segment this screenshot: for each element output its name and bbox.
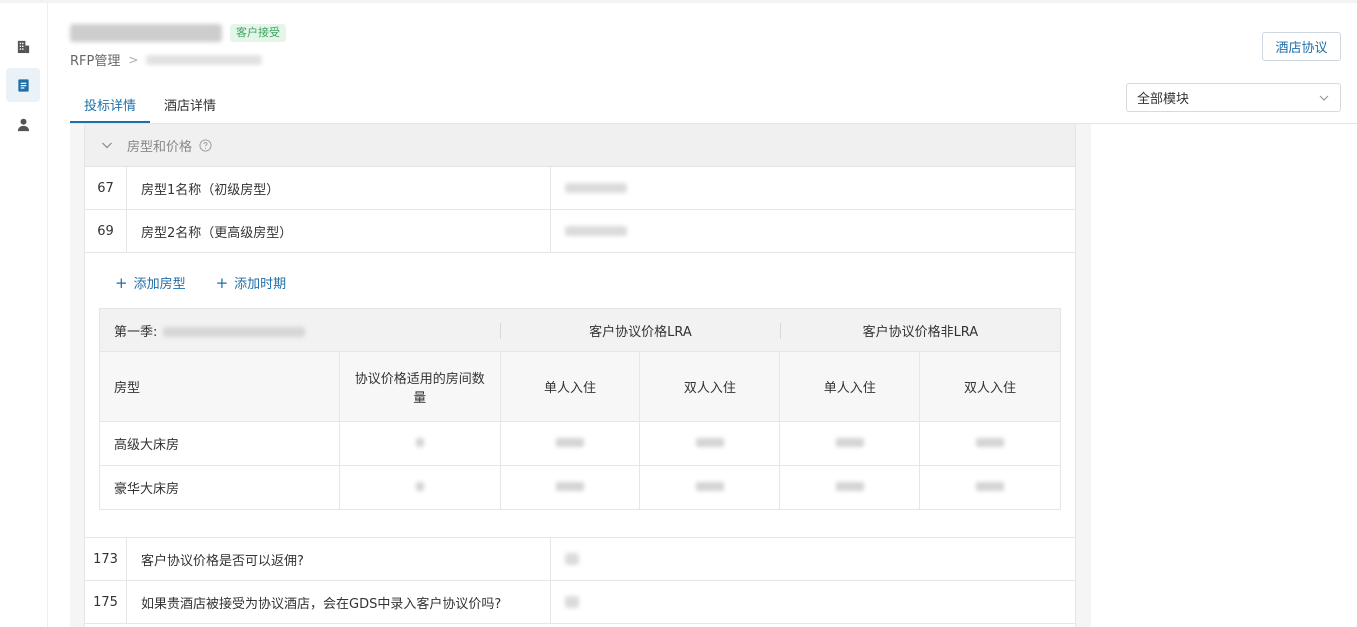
rate-table-season-header: 第一季: 客户协议价格LRA 客户协议价格非LRA	[99, 308, 1061, 352]
col-room-count: 协议价格适用的房间数量	[338, 351, 501, 422]
lra-header: 客户协议价格LRA	[589, 324, 692, 340]
value-redacted	[415, 482, 424, 491]
col-lra-single: 单人入住	[499, 351, 641, 422]
value-redacted	[556, 482, 585, 491]
answer-redacted	[565, 183, 627, 193]
question-row: 175 如果贵酒店被接受为协议酒店，会在GDS中录入客户协议价吗?	[85, 581, 1075, 624]
season-label: 第一季:	[114, 324, 158, 340]
answer-redacted	[565, 226, 627, 236]
room-name: 高级大床房	[99, 421, 340, 466]
section-header[interactable]: 房型和价格	[85, 124, 1075, 167]
value-redacted	[556, 438, 585, 447]
question-number: 175	[85, 581, 127, 623]
status-badge: 客户接受	[230, 24, 286, 42]
add-period-label: 添加时期	[234, 277, 287, 292]
answer-redacted	[565, 553, 579, 565]
question-number: 67	[85, 167, 127, 209]
question-text: 如果贵酒店被接受为协议酒店，会在GDS中录入客户协议价吗?	[127, 581, 551, 623]
tab-hotel-details[interactable]: 酒店详情	[150, 96, 230, 123]
price-cell	[779, 421, 921, 466]
price-cell	[919, 421, 1061, 466]
lra-header-cell: 客户协议价格LRA	[500, 309, 780, 352]
value-redacted	[835, 438, 864, 447]
answer-cell	[551, 538, 1075, 580]
rate-table-column-header: 房型 协议价格适用的房间数量 单人入住 双人入住 单人入住 双人入住	[99, 351, 1061, 422]
non-lra-header: 客户协议价格非LRA	[862, 324, 979, 340]
price-cell	[919, 465, 1061, 510]
question-text: 房型2名称（更高级房型）	[127, 210, 551, 252]
add-period-button[interactable]: + 添加时期	[216, 273, 287, 292]
breadcrumb-separator: >	[128, 52, 139, 67]
chevron-down-icon	[1319, 95, 1329, 101]
col-nonlra-single: 单人入住	[779, 351, 921, 422]
room-count-cell	[338, 421, 501, 466]
price-cell	[499, 465, 641, 510]
sidebar-item-rfp[interactable]	[6, 68, 40, 102]
breadcrumb: RFP管理 >	[70, 50, 263, 69]
user-icon	[17, 118, 29, 131]
value-redacted	[695, 482, 724, 491]
content-panel: 房型和价格 67 房型1名称（初级房型） 69 房型2名称（更高级房型） + 添加…	[70, 124, 1091, 627]
add-room-type-button[interactable]: + 添加房型	[115, 273, 186, 292]
question-row: 67 房型1名称（初级房型）	[85, 167, 1075, 210]
answer-cell	[551, 167, 1075, 209]
price-cell	[499, 421, 641, 466]
room-name: 豪华大床房	[99, 465, 340, 510]
col-lra-double: 双人入住	[639, 351, 781, 422]
plus-icon: +	[215, 274, 229, 292]
season-dates-redacted	[163, 327, 306, 337]
module-select-value: 全部模块	[1137, 92, 1190, 107]
section-card: 房型和价格 67 房型1名称（初级房型） 69 房型2名称（更高级房型） + 添加…	[84, 124, 1076, 627]
price-cell	[639, 421, 781, 466]
hotel-name-redacted	[70, 24, 222, 42]
chevron-down-icon[interactable]	[101, 139, 113, 151]
answer-redacted	[565, 596, 579, 608]
non-lra-header-cell: 客户协议价格非LRA	[779, 309, 1061, 352]
price-cell	[779, 465, 921, 510]
question-number: 69	[85, 210, 127, 252]
document-icon	[17, 78, 29, 92]
add-actions: + 添加房型 + 添加时期	[115, 273, 286, 292]
sidebar-item-hotels[interactable]	[6, 29, 40, 63]
question-text: 房型1名称（初级房型）	[127, 167, 551, 209]
answer-cell	[551, 581, 1075, 623]
top-border	[0, 0, 1357, 3]
price-cell	[639, 465, 781, 510]
col-nonlra-double: 双人入住	[919, 351, 1061, 422]
value-redacted	[835, 482, 864, 491]
table-row: 高级大床房	[99, 421, 1061, 466]
rate-table: 第一季: 客户协议价格LRA 客户协议价格非LRA 房型 协议价格适用的房间数量…	[99, 308, 1061, 510]
add-room-type-label: 添加房型	[133, 277, 186, 292]
room-count-cell	[338, 465, 501, 510]
module-select[interactable]: 全部模块	[1126, 83, 1341, 112]
sidebar-item-user[interactable]	[6, 107, 40, 141]
value-redacted	[695, 438, 724, 447]
tab-bid-details[interactable]: 投标详情	[70, 96, 151, 123]
value-redacted	[415, 438, 424, 447]
table-row: 豪华大床房	[99, 465, 1061, 510]
season-cell: 第一季:	[100, 309, 501, 352]
question-row: 69 房型2名称（更高级房型）	[85, 210, 1075, 253]
building-icon	[17, 40, 29, 53]
page-title: 客户接受	[70, 24, 286, 42]
plus-icon: +	[115, 274, 128, 292]
answer-cell	[551, 210, 1075, 252]
section-title: 房型和价格	[127, 139, 193, 155]
question-number: 173	[85, 538, 127, 580]
help-icon[interactable]	[199, 138, 212, 152]
column-divider	[779, 322, 781, 339]
breadcrumb-current-redacted	[146, 54, 263, 65]
sidebar	[0, 3, 48, 627]
room-rate-area: + 添加房型 + 添加时期 第一季: 客户协议价格LRA 客户协议价格非LRA	[85, 253, 1075, 538]
question-row: 173 客户协议价格是否可以返佣?	[85, 538, 1075, 581]
question-text: 客户协议价格是否可以返佣?	[127, 538, 551, 580]
hotel-agreement-button[interactable]: 酒店协议	[1262, 32, 1341, 61]
value-redacted	[976, 438, 1005, 447]
value-redacted	[976, 482, 1005, 491]
breadcrumb-rfp-link[interactable]: RFP管理	[70, 50, 120, 69]
col-room-type: 房型	[99, 351, 340, 422]
column-divider	[500, 322, 502, 339]
tab-bar: 投标详情 酒店详情	[70, 96, 230, 123]
